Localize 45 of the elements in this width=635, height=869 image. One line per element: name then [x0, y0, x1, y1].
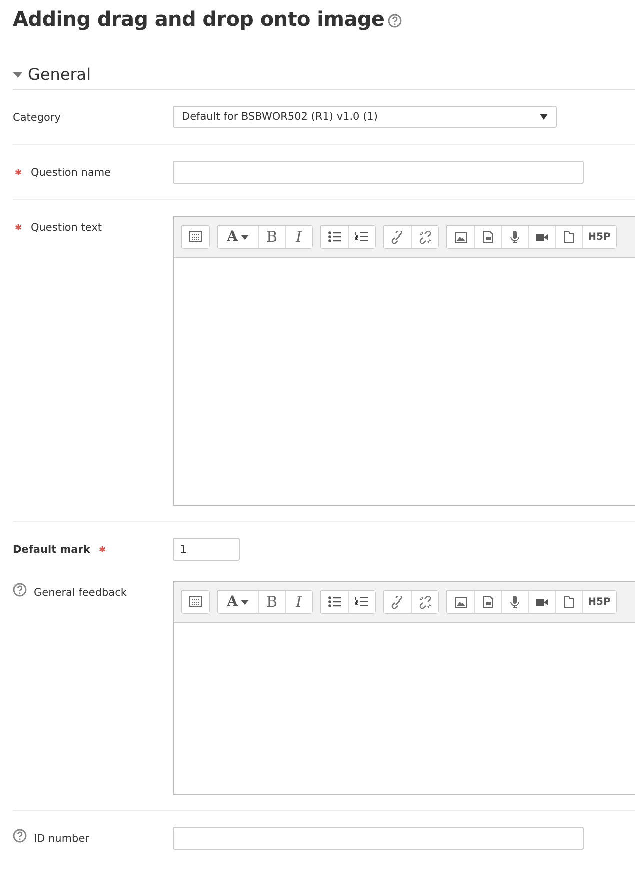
link-icon[interactable]: [391, 596, 404, 608]
help-icon[interactable]: [13, 829, 27, 843]
broken-link-icon[interactable]: [418, 596, 432, 608]
italic-button[interactable]: I: [285, 591, 312, 613]
input-field[interactable]: 1: [173, 538, 240, 561]
caret-icon: [240, 234, 249, 240]
italic-button[interactable]: I: [285, 226, 312, 248]
input-field[interactable]: [173, 161, 584, 184]
numbered-list-icon[interactable]: [355, 596, 369, 608]
text-editor[interactable]: A B I H5P: [173, 581, 635, 795]
microphone-icon[interactable]: [510, 230, 520, 244]
document-icon[interactable]: [482, 596, 494, 608]
field-label: Category: [13, 112, 61, 124]
field-label: ID number: [34, 832, 90, 844]
help-icon[interactable]: [13, 583, 27, 597]
caret-icon: [240, 600, 249, 604]
help-icon[interactable]: [388, 14, 402, 28]
h5p-button[interactable]: H5P: [582, 591, 616, 613]
files-icon[interactable]: [564, 596, 574, 608]
broken-link-icon[interactable]: [418, 230, 432, 244]
text-editor[interactable]: A B I H5P: [173, 216, 635, 506]
bullet-list-icon[interactable]: [328, 231, 342, 243]
microphone-icon[interactable]: [510, 596, 520, 608]
page-title: Adding drag and drop onto image: [13, 6, 385, 33]
numbered-list-icon[interactable]: [355, 231, 369, 243]
document-icon[interactable]: [482, 231, 494, 243]
section-title[interactable]: General: [28, 65, 92, 84]
dropdown-arrow-icon: [540, 114, 548, 120]
field-label: Question text: [31, 222, 102, 234]
toolbar-toggle-icon[interactable]: [188, 596, 202, 608]
image-icon[interactable]: [454, 596, 466, 608]
files-icon[interactable]: [564, 231, 574, 243]
link-icon[interactable]: [391, 230, 404, 244]
bullet-list-icon[interactable]: [328, 596, 342, 608]
field-label: Default mark: [13, 544, 90, 556]
category-dropdown[interactable]: Default for BSBWOR502 (R1) v1.0 (1): [173, 106, 557, 128]
field-label: General feedback: [34, 586, 127, 598]
collapse-caret-icon[interactable]: [13, 70, 23, 80]
video-camera-icon[interactable]: [536, 232, 548, 242]
image-icon[interactable]: [454, 232, 466, 242]
field-label: Question name: [31, 166, 112, 178]
h5p-button[interactable]: H5P: [582, 226, 616, 248]
video-camera-icon[interactable]: [536, 598, 548, 606]
input-field[interactable]: [173, 827, 584, 850]
toolbar-toggle-icon[interactable]: [188, 231, 202, 243]
